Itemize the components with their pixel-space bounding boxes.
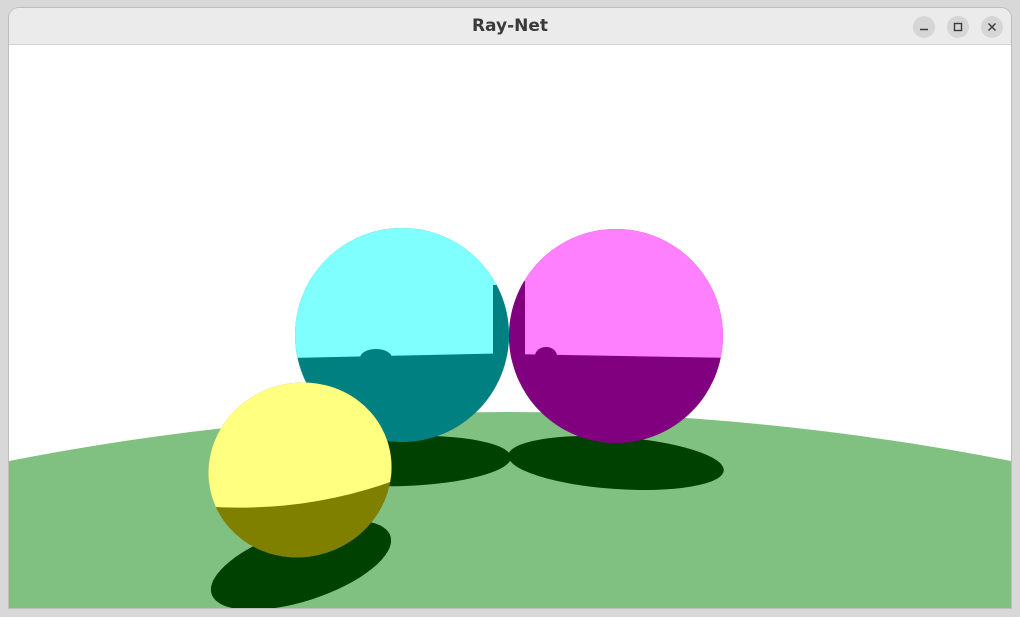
maximize-button[interactable] [947, 16, 969, 38]
minimize-icon [920, 28, 928, 31]
raytraced-scene [9, 45, 1011, 608]
close-icon [988, 23, 996, 31]
ground-plane [9, 412, 1011, 608]
app-window: Ray-Net [9, 8, 1011, 608]
window-title: Ray-Net [471, 16, 549, 36]
title-bar[interactable]: Ray-Net [9, 8, 1011, 45]
render-canvas [9, 45, 1011, 608]
maximize-icon [953, 22, 963, 32]
minimize-button[interactable] [913, 16, 935, 38]
close-button[interactable] [981, 16, 1003, 38]
